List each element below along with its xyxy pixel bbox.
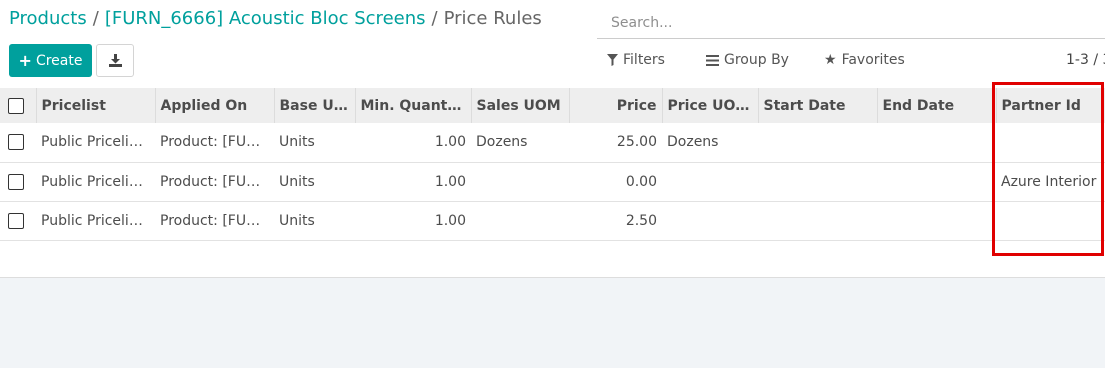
column-min-quantity[interactable]: Min. Quantity…	[354, 88, 471, 123]
column-price-uom[interactable]: Price UOM…	[661, 88, 758, 123]
row-checkbox[interactable]	[0, 123, 36, 163]
cell-sales-uom	[471, 162, 569, 202]
column-end-date[interactable]: End Date	[876, 88, 996, 123]
page-title: Price Rules	[443, 8, 542, 29]
cell-partner-id: Azure Interior	[996, 162, 1105, 202]
table-row[interactable]: Public Pricelis… Product: [FUR… Units 1.…	[0, 123, 1105, 163]
star-icon: ★	[824, 52, 837, 68]
column-price[interactable]: Price	[568, 88, 662, 123]
group-by-label: Group By	[724, 52, 789, 68]
download-button[interactable]	[96, 44, 134, 77]
cell-base-uom: Units	[274, 123, 355, 163]
cell-price-uom	[662, 201, 758, 241]
filters-label: Filters	[623, 52, 665, 68]
list-icon	[706, 54, 719, 66]
column-pricelist[interactable]: Pricelist	[35, 88, 155, 123]
row-checkbox[interactable]	[0, 201, 36, 241]
cell-min-quantity: 1.00	[355, 162, 471, 202]
cell-base-uom: Units	[274, 201, 355, 241]
cell-pricelist: Public Pricelis…	[36, 123, 155, 163]
table-header: Pricelist Applied On Base UOM Min. Quant…	[0, 88, 1105, 123]
search-input[interactable]	[597, 8, 1105, 38]
breadcrumb: Products / [FURN_6666] Acoustic Bloc Scree…	[9, 8, 542, 29]
price-rules-table: Pricelist Applied On Base UOM Min. Quant…	[0, 88, 1105, 241]
cell-sales-uom: Dozens	[471, 123, 569, 163]
cell-end-date	[877, 162, 996, 202]
cell-pricelist: Public Pricelis…	[36, 162, 155, 202]
cell-end-date	[877, 201, 996, 241]
favorites-button[interactable]: ★ Favorites	[824, 52, 905, 68]
cell-pricelist: Public Pricelis…	[36, 201, 155, 241]
cell-price: 25.00	[569, 123, 662, 163]
create-label: Create	[35, 52, 83, 69]
pager-value[interactable]: 1-3 / 3	[1066, 52, 1105, 68]
table-row[interactable]: Public Pricelis… Product: [FUR… Units 1.…	[0, 162, 1105, 202]
cell-end-date	[877, 123, 996, 163]
filters-button[interactable]: Filters	[607, 52, 665, 68]
column-applied-on[interactable]: Applied On	[154, 88, 274, 123]
table-row[interactable]: Public Pricelis… Product: [FUR… Units 1.…	[0, 201, 1105, 241]
cell-start-date	[758, 201, 877, 241]
cell-price: 2.50	[569, 201, 662, 241]
cell-partner-id	[996, 123, 1105, 163]
column-partner-id[interactable]: Partner Id	[995, 88, 1105, 123]
select-all-checkbox[interactable]	[0, 88, 36, 123]
column-base-uom[interactable]: Base UOM	[273, 88, 355, 123]
download-icon	[108, 54, 122, 67]
cell-start-date	[758, 123, 877, 163]
breadcrumb-separator: /	[92, 8, 99, 29]
favorites-label: Favorites	[841, 52, 905, 68]
group-by-button[interactable]: Group By	[706, 52, 789, 68]
cell-base-uom: Units	[274, 162, 355, 202]
cell-sales-uom	[471, 201, 569, 241]
breadcrumb-products[interactable]: Products	[9, 8, 87, 29]
funnel-icon	[607, 54, 618, 66]
cell-price-uom	[662, 162, 758, 202]
breadcrumb-separator: /	[431, 8, 438, 29]
breadcrumb-product[interactable]: [FURN_6666] Acoustic Bloc Screens	[105, 8, 426, 29]
cell-price-uom: Dozens	[662, 123, 758, 163]
control-panel: Products / [FURN_6666] Acoustic Bloc Scree…	[0, 0, 1105, 88]
plus-icon: +	[18, 51, 32, 70]
cell-min-quantity: 1.00	[355, 201, 471, 241]
list-view: Pricelist Applied On Base UOM Min. Quant…	[0, 88, 1105, 278]
create-button[interactable]: + Create	[9, 44, 92, 77]
cell-applied-on: Product: [FUR…	[155, 123, 274, 163]
row-checkbox[interactable]	[0, 162, 36, 202]
cell-start-date	[758, 162, 877, 202]
cell-price: 0.00	[569, 162, 662, 202]
cell-min-quantity: 1.00	[355, 123, 471, 163]
column-start-date[interactable]: Start Date	[757, 88, 877, 123]
cell-applied-on: Product: [FUR…	[155, 201, 274, 241]
column-sales-uom[interactable]: Sales UOM	[470, 88, 569, 123]
cell-partner-id	[996, 201, 1105, 241]
cell-applied-on: Product: [FUR…	[155, 162, 274, 202]
search-bar	[597, 8, 1105, 39]
